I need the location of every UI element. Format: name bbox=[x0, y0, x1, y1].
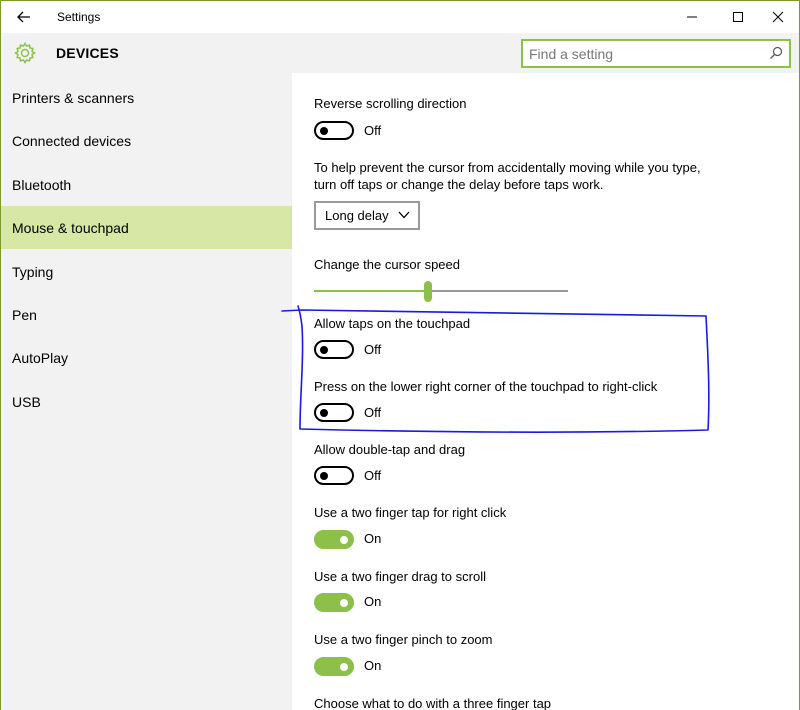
sidebar-item-usb[interactable]: USB bbox=[1, 380, 292, 423]
title-bar: Settings bbox=[1, 1, 799, 33]
minimize-icon bbox=[687, 16, 697, 18]
sidebar-item-label: USB bbox=[12, 393, 41, 410]
three-finger-tap-label: Choose what to do with a three finger ta… bbox=[314, 696, 552, 710]
double-tap-drag-toggle[interactable] bbox=[314, 466, 354, 485]
two-finger-right-click-state: On bbox=[364, 531, 382, 546]
reverse-scrolling-toggle[interactable] bbox=[314, 121, 354, 140]
two-finger-scroll-toggle[interactable] bbox=[314, 593, 354, 612]
sidebar-item-mouse-touchpad[interactable]: Mouse & touchpad bbox=[1, 206, 292, 249]
double-tap-drag-state: Off bbox=[364, 468, 382, 483]
two-finger-scroll-label: Use a two finger drag to scroll bbox=[314, 569, 486, 584]
slider-thumb[interactable] bbox=[424, 281, 433, 302]
slider-fill bbox=[314, 290, 429, 292]
sidebar-item-label: AutoPlay bbox=[12, 349, 69, 366]
two-finger-zoom-toggle[interactable] bbox=[314, 657, 354, 676]
toggle-knob bbox=[340, 535, 348, 544]
toggle-knob bbox=[320, 408, 328, 417]
close-icon bbox=[772, 11, 784, 23]
sidebar-item-printers-scanners[interactable]: Printers & scanners bbox=[1, 76, 292, 119]
sidebar-item-pen[interactable]: Pen bbox=[1, 293, 292, 336]
sidebar-item-label: Pen bbox=[12, 306, 37, 323]
cursor-speed-slider[interactable] bbox=[314, 281, 568, 302]
chevron-down-icon bbox=[398, 211, 410, 219]
gear-icon bbox=[14, 42, 36, 64]
page-title: DEVICES bbox=[56, 45, 119, 61]
reverse-scrolling-state: Off bbox=[364, 123, 382, 138]
toggle-knob bbox=[320, 126, 328, 135]
two-finger-right-click-toggle[interactable] bbox=[314, 530, 354, 549]
two-finger-right-click-label: Use a two finger tap for right click bbox=[314, 505, 507, 520]
maximize-icon bbox=[733, 12, 743, 22]
page-header: DEVICES bbox=[1, 33, 799, 73]
two-finger-scroll-state: On bbox=[364, 594, 382, 609]
sidebar-item-label: Printers & scanners bbox=[12, 89, 135, 106]
sidebar-item-connected-devices[interactable]: Connected devices bbox=[1, 119, 292, 162]
right-click-corner-state: Off bbox=[364, 405, 382, 420]
allow-taps-state: Off bbox=[364, 342, 382, 357]
double-tap-drag-label: Allow double-tap and drag bbox=[314, 442, 466, 457]
right-click-corner-toggle[interactable] bbox=[314, 403, 354, 422]
tap-delay-description: To help prevent the cursor from accident… bbox=[314, 160, 701, 192]
sidebar-item-bluetooth[interactable]: Bluetooth bbox=[1, 163, 292, 206]
cursor-speed-label: Change the cursor speed bbox=[314, 257, 460, 272]
allow-taps-label: Allow taps on the touchpad bbox=[314, 316, 471, 331]
allow-taps-toggle[interactable] bbox=[314, 340, 354, 359]
back-button[interactable] bbox=[9, 3, 39, 31]
sidebar-item-typing[interactable]: Typing bbox=[1, 250, 292, 293]
sidebar: Printers & scanners Connected devices Bl… bbox=[1, 73, 292, 710]
reverse-scrolling-label: Reverse scrolling direction bbox=[314, 96, 467, 111]
toggle-knob bbox=[340, 598, 348, 607]
sidebar-item-label: Connected devices bbox=[12, 132, 132, 149]
search-input[interactable] bbox=[529, 44, 763, 64]
minimize-button[interactable] bbox=[671, 1, 713, 33]
settings-content: Reverse scrolling direction Off To help … bbox=[292, 73, 799, 710]
window-title: Settings bbox=[57, 10, 101, 24]
settings-window: Settings DEVICES Printers & sc bbox=[0, 0, 800, 710]
sidebar-item-autoplay[interactable]: AutoPlay bbox=[1, 336, 292, 379]
close-button[interactable] bbox=[757, 1, 799, 33]
sidebar-item-label: Bluetooth bbox=[12, 176, 72, 193]
sidebar-item-label: Typing bbox=[12, 263, 54, 280]
back-arrow-icon bbox=[17, 11, 30, 23]
search-box[interactable] bbox=[521, 39, 791, 68]
toggle-knob bbox=[340, 662, 348, 671]
tap-delay-selected-value: Long delay bbox=[325, 208, 389, 223]
maximize-button[interactable] bbox=[717, 1, 759, 33]
search-icon[interactable] bbox=[769, 46, 783, 60]
two-finger-zoom-label: Use a two finger pinch to zoom bbox=[314, 632, 493, 647]
sidebar-item-label: Mouse & touchpad bbox=[12, 219, 129, 236]
two-finger-zoom-state: On bbox=[364, 658, 382, 673]
toggle-knob bbox=[320, 345, 328, 354]
tap-delay-dropdown[interactable]: Long delay bbox=[314, 201, 420, 230]
right-click-corner-label: Press on the lower right corner of the t… bbox=[314, 379, 658, 394]
toggle-knob bbox=[320, 471, 328, 480]
